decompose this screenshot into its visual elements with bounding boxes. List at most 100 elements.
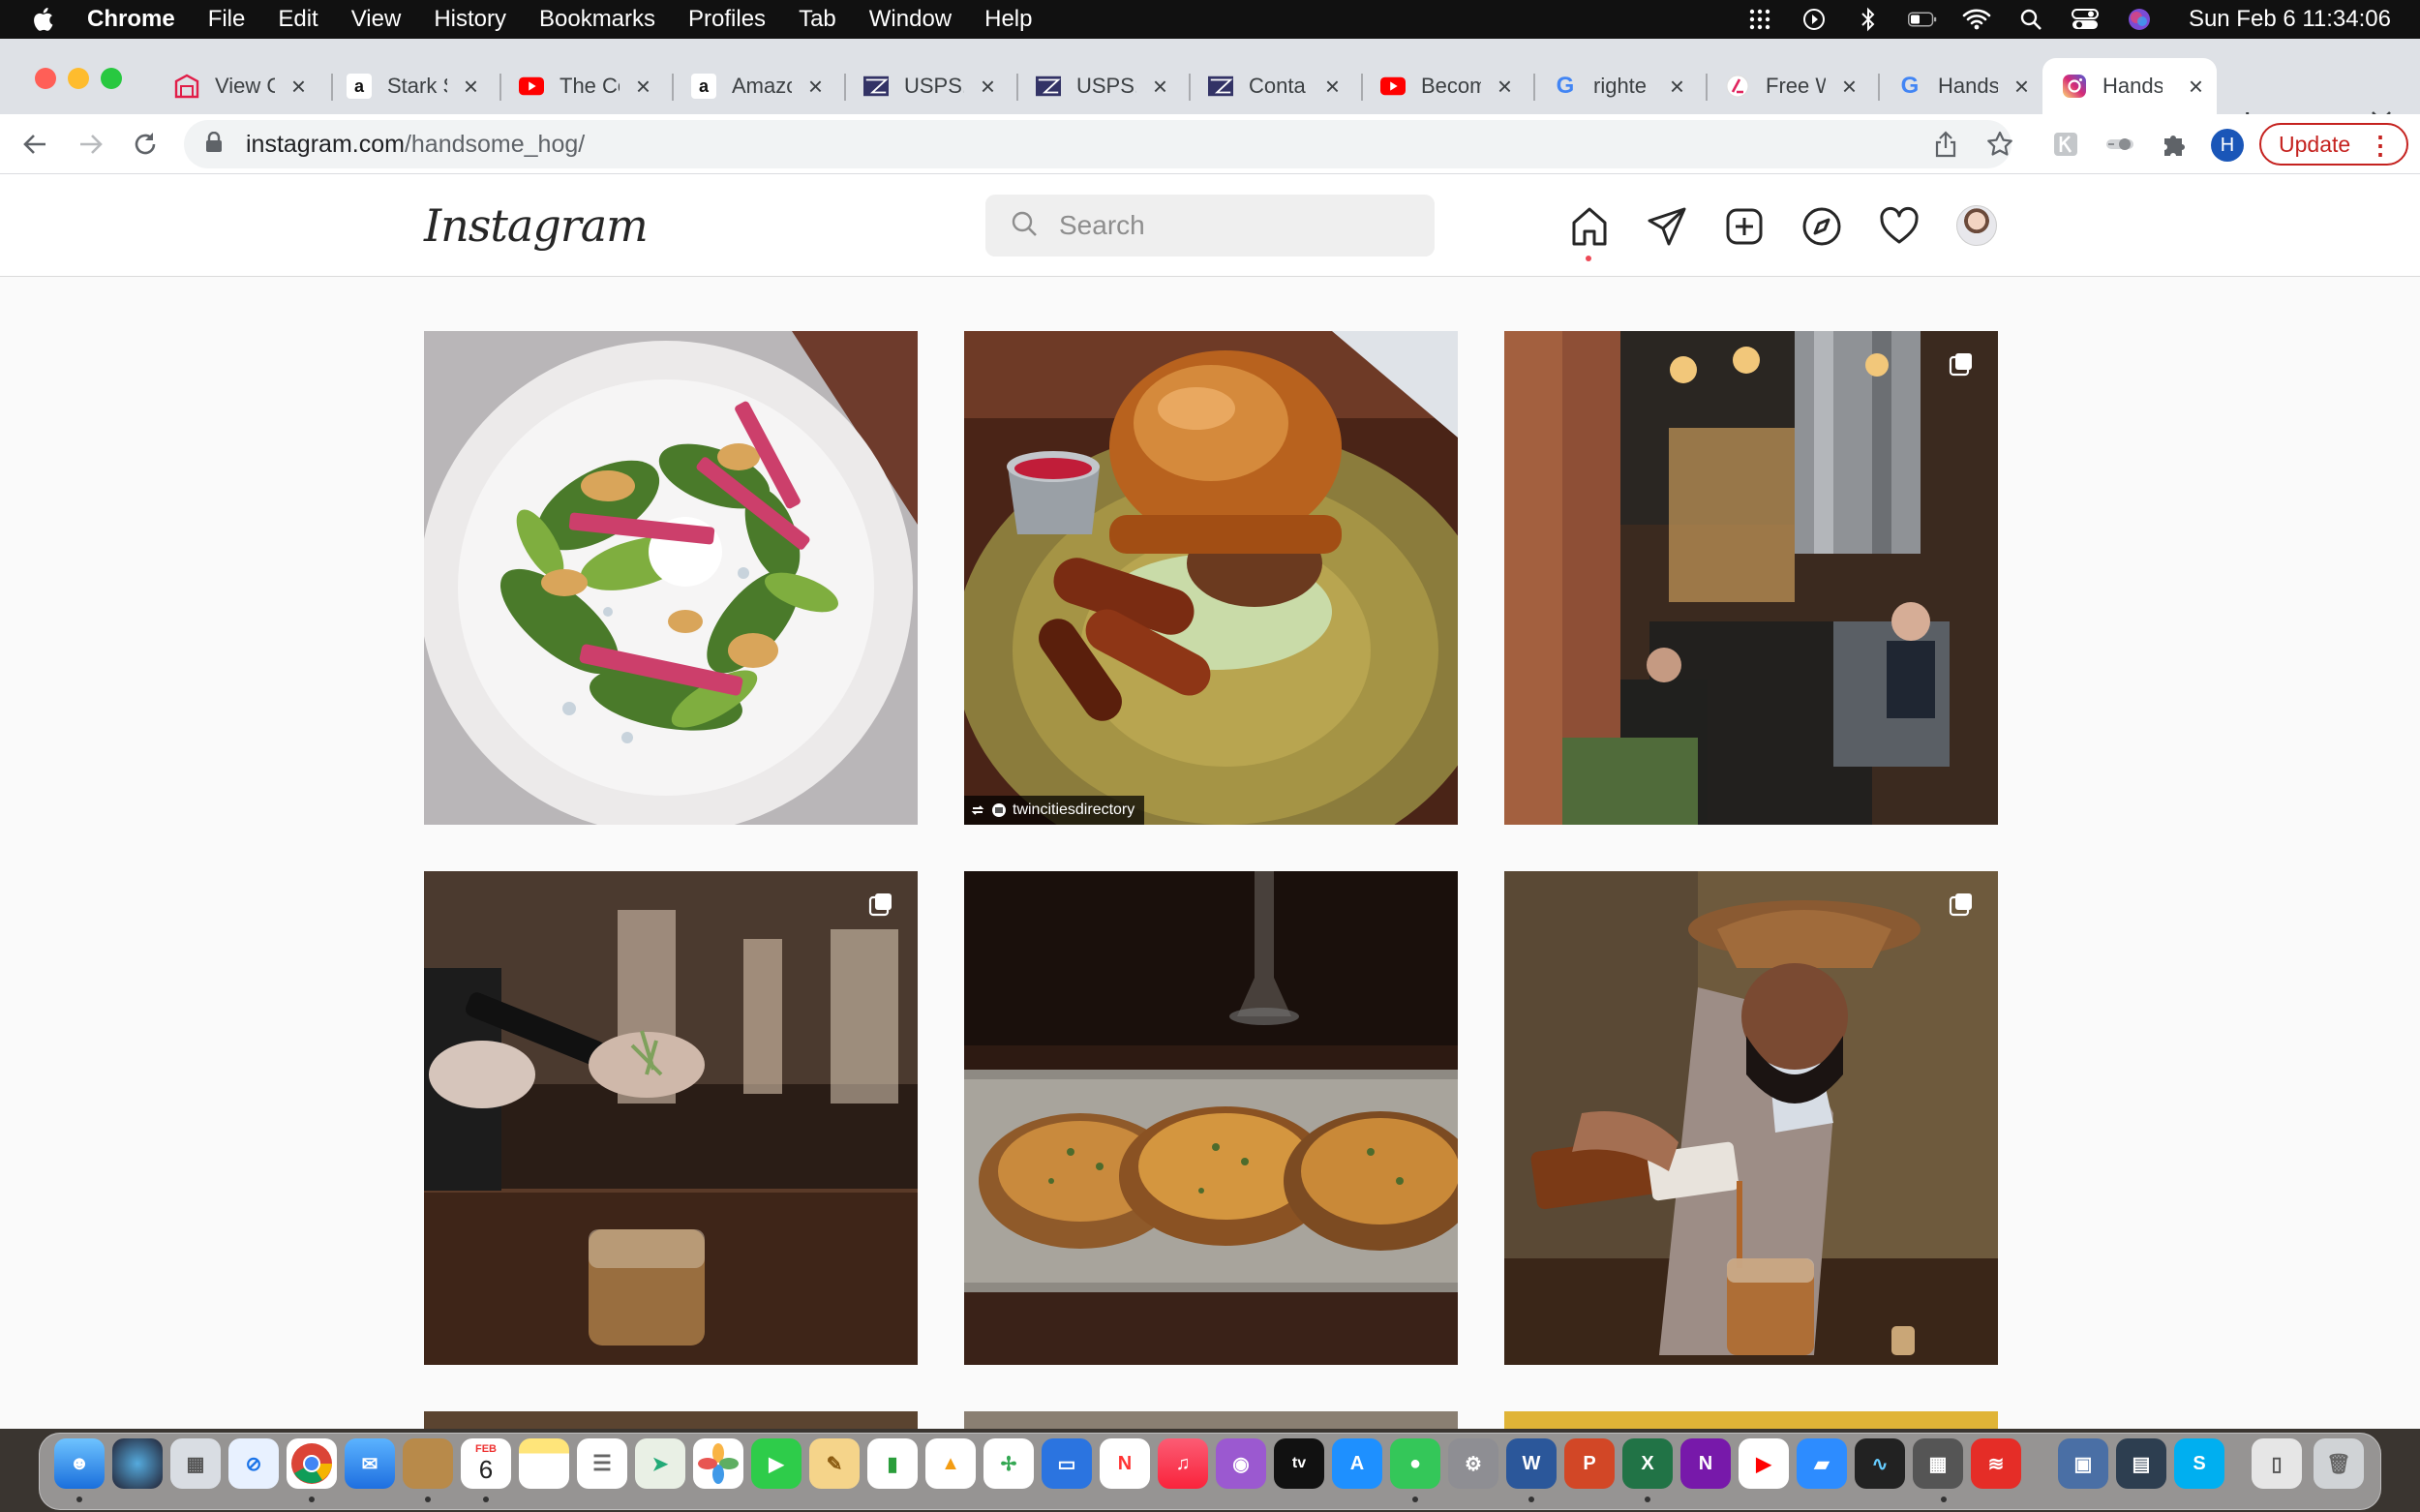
post-partial-bottom[interactable] — [1504, 1411, 1998, 1429]
profile-avatar-icon[interactable] — [1956, 205, 1997, 246]
extension-k-icon[interactable] — [2048, 127, 2083, 162]
excel-icon[interactable]: X — [1622, 1438, 1673, 1489]
close-tab-icon[interactable]: × — [2189, 72, 2203, 102]
forward-button[interactable] — [74, 127, 108, 162]
pear-app-icon[interactable]: ≋ — [1971, 1438, 2021, 1489]
system-preferences-icon[interactable]: ⚙ — [1448, 1438, 1498, 1489]
facetime-icon[interactable]: ▶ — [751, 1438, 802, 1489]
post-torch-garnish[interactable] — [424, 871, 918, 1365]
safari-icon[interactable]: ⊘ — [228, 1438, 279, 1489]
onenote-icon[interactable]: N — [1680, 1438, 1731, 1489]
browser-tab[interactable]: The Co × — [499, 58, 664, 114]
close-tab-icon[interactable]: × — [808, 72, 823, 102]
trash-icon[interactable]: 🗑 — [2314, 1438, 2364, 1489]
browser-tab[interactable]: USPS. × — [1016, 58, 1181, 114]
profile-avatar-button[interactable]: H — [2211, 129, 2244, 162]
pinwheel-icon[interactable]: ✢ — [983, 1438, 1034, 1489]
notes-icon[interactable] — [519, 1438, 569, 1489]
close-tab-icon[interactable]: × — [1497, 72, 1512, 102]
reload-button[interactable] — [128, 127, 163, 162]
spotlight-search-icon[interactable] — [2016, 8, 2045, 31]
zoom-icon[interactable]: ▰ — [1797, 1438, 1847, 1489]
browser-tab[interactable]: Free W × — [1706, 58, 1870, 114]
browser-tab[interactable]: USPS. × — [844, 58, 1009, 114]
maximize-window-button[interactable] — [101, 68, 122, 89]
news-icon[interactable]: N — [1100, 1438, 1150, 1489]
search-input[interactable] — [1059, 210, 1388, 241]
menu-help[interactable]: Help — [984, 6, 1032, 33]
home-icon[interactable] — [1568, 205, 1611, 248]
close-tab-icon[interactable]: × — [2014, 72, 2029, 102]
address-bar[interactable]: instagram.com/handsome_hog/ — [184, 120, 2012, 168]
menu-history[interactable]: History — [434, 6, 506, 33]
launchpad-icon[interactable]: ▦ — [170, 1438, 221, 1489]
post-partial-bottom[interactable] — [424, 1411, 918, 1429]
post-whiskey-pour[interactable] — [1504, 871, 1998, 1365]
powerpoint-icon[interactable]: P — [1564, 1438, 1615, 1489]
apple-tv-icon[interactable]: tv — [1274, 1438, 1324, 1489]
battery-icon[interactable] — [1907, 8, 1937, 31]
close-tab-icon[interactable]: × — [1153, 72, 1167, 102]
pages-icon[interactable]: ✎ — [809, 1438, 860, 1489]
scanner-icon[interactable]: ▤ — [2116, 1438, 2166, 1489]
minimize-window-button[interactable] — [68, 68, 89, 89]
contacts-icon[interactable] — [403, 1438, 453, 1489]
siri-dock-icon[interactable] — [112, 1438, 163, 1489]
menu-window[interactable]: Window — [869, 6, 952, 33]
close-tab-icon[interactable]: × — [1325, 72, 1340, 102]
post-oysters[interactable] — [964, 871, 1458, 1365]
close-tab-icon[interactable]: × — [1670, 72, 1684, 102]
chrome-icon[interactable] — [287, 1438, 337, 1489]
browser-tab[interactable]: a Stark S × — [327, 58, 492, 114]
maps-icon[interactable]: ➤ — [635, 1438, 685, 1489]
messages-icon[interactable]: ● — [1390, 1438, 1440, 1489]
bookmark-star-icon[interactable] — [1982, 127, 2017, 162]
new-post-icon[interactable] — [1723, 205, 1766, 248]
back-button[interactable] — [17, 127, 52, 162]
calendar-icon[interactable]: FEB 6 — [461, 1438, 511, 1489]
wifi-icon[interactable] — [1962, 8, 1991, 31]
extension-toggle-icon[interactable] — [2102, 127, 2137, 162]
browser-tab[interactable]: a Amazo × — [672, 58, 836, 114]
more-vert-icon[interactable]: ⋮ — [2368, 131, 2393, 161]
vlc-icon[interactable]: ▲ — [925, 1438, 976, 1489]
youtube-dock-icon[interactable]: ▶ — [1739, 1438, 1789, 1489]
document-icon[interactable]: ▯ — [2252, 1438, 2302, 1489]
browser-tab-active[interactable]: Hands × — [2042, 58, 2217, 114]
menu-bookmarks[interactable]: Bookmarks — [539, 6, 655, 33]
explore-compass-icon[interactable] — [1800, 205, 1843, 248]
skype-icon[interactable]: S — [2174, 1438, 2224, 1489]
browser-tab[interactable]: G righte × — [1533, 58, 1698, 114]
menu-edit[interactable]: Edit — [278, 6, 318, 33]
browser-tab[interactable]: Becom × — [1361, 58, 1526, 114]
share-icon[interactable] — [1928, 127, 1963, 162]
menu-profiles[interactable]: Profiles — [688, 6, 766, 33]
app-store-icon[interactable]: A — [1332, 1438, 1382, 1489]
grid-dots-icon[interactable] — [1745, 8, 1774, 31]
mail-icon[interactable]: ✉ — [345, 1438, 395, 1489]
close-tab-icon[interactable]: × — [981, 72, 995, 102]
post-salad[interactable] — [424, 331, 918, 825]
music-icon[interactable]: ♫ — [1158, 1438, 1208, 1489]
activity-heart-icon[interactable] — [1878, 205, 1921, 248]
browser-tab[interactable]: G Hands × — [1878, 58, 2042, 114]
close-tab-icon[interactable]: × — [291, 72, 306, 102]
calculator-icon[interactable]: ▦ — [1913, 1438, 1963, 1489]
screenshot-icon[interactable]: ▣ — [2058, 1438, 2108, 1489]
lock-icon[interactable] — [205, 131, 223, 158]
finder-icon[interactable]: ☻ — [54, 1438, 105, 1489]
siri-icon[interactable] — [2125, 8, 2154, 31]
numbers-icon[interactable]: ▮ — [867, 1438, 918, 1489]
close-tab-icon[interactable]: × — [1842, 72, 1857, 102]
browser-tab[interactable]: Conta × — [1189, 58, 1353, 114]
search-box[interactable] — [985, 195, 1435, 257]
word-icon[interactable]: W — [1506, 1438, 1557, 1489]
play-circle-icon[interactable] — [1800, 8, 1829, 31]
reminders-icon[interactable]: ☰ — [577, 1438, 627, 1489]
extensions-puzzle-icon[interactable] — [2157, 127, 2192, 162]
menu-app-name[interactable]: Chrome — [87, 6, 175, 33]
post-burger[interactable]: twincitiesdirectory — [964, 331, 1458, 825]
close-tab-icon[interactable]: × — [636, 72, 650, 102]
control-center-icon[interactable] — [2071, 8, 2100, 31]
activity-monitor-icon[interactable]: ∿ — [1855, 1438, 1905, 1489]
